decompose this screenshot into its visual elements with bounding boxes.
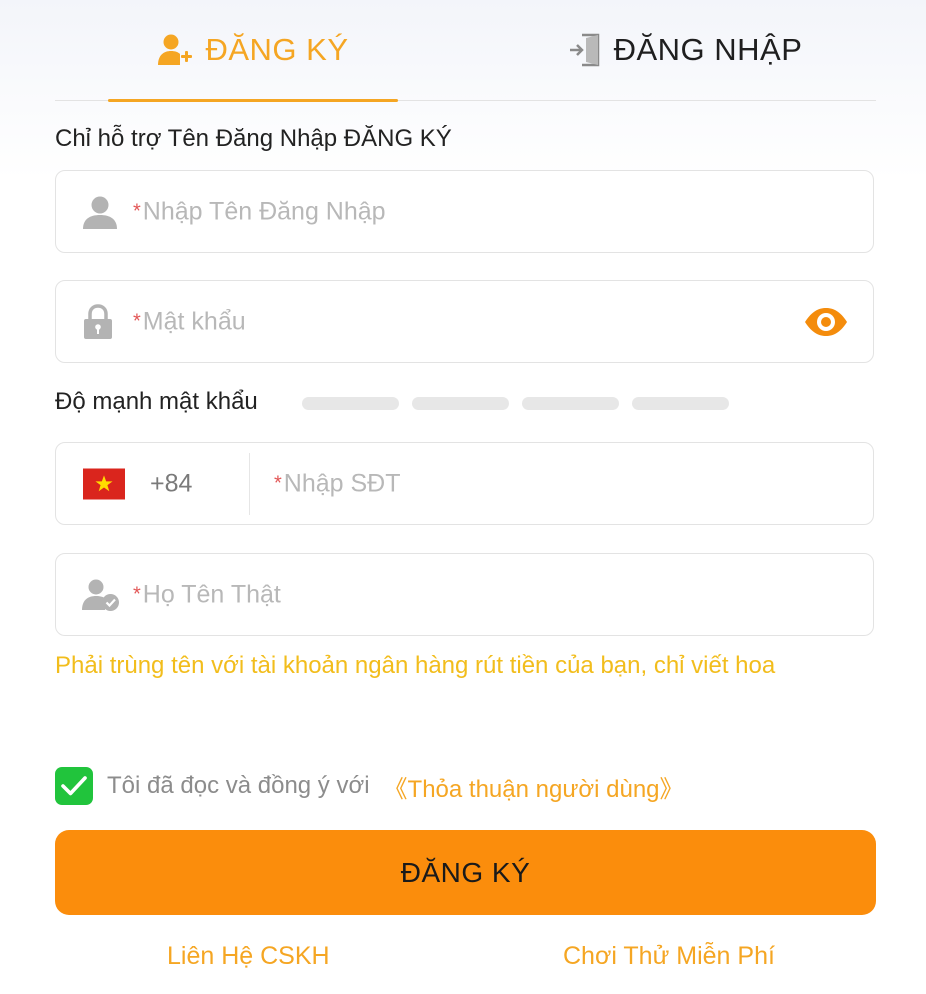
tab-register-label: ĐĂNG KÝ bbox=[205, 32, 349, 67]
terms-checkbox[interactable] bbox=[55, 767, 93, 805]
realname-placeholder: *Họ Tên Thật bbox=[133, 580, 281, 608]
username-hint: Chỉ hỗ trợ Tên Đăng Nhập ĐĂNG KÝ bbox=[55, 125, 452, 152]
username-field[interactable]: *Nhập Tên Đăng Nhập bbox=[55, 170, 874, 253]
strength-segment bbox=[632, 397, 729, 410]
tab-login-label: ĐĂNG NHẬP bbox=[613, 32, 803, 67]
lock-icon bbox=[82, 303, 114, 340]
terms-text: Tôi đã đọc và đồng ý với bbox=[107, 772, 370, 799]
vietnam-flag-icon[interactable] bbox=[83, 468, 125, 499]
password-strength-label: Độ mạnh mật khẩu bbox=[55, 388, 258, 415]
strength-segment bbox=[302, 397, 399, 410]
free-trial-link[interactable]: Chơi Thử Miễn Phí bbox=[563, 942, 775, 971]
password-field[interactable]: *Mật khẩu bbox=[55, 280, 874, 363]
login-door-icon bbox=[568, 32, 602, 68]
tab-login[interactable]: ĐĂNG NHẬP bbox=[535, 0, 835, 100]
checkmark-icon bbox=[61, 776, 87, 796]
auth-tabs: ĐĂNG KÝ ĐĂNG NHẬP bbox=[55, 0, 876, 102]
country-code-select[interactable]: +84 bbox=[150, 469, 192, 498]
tab-register[interactable]: ĐĂNG KÝ bbox=[108, 0, 398, 102]
password-strength-meter bbox=[302, 397, 729, 410]
realname-field[interactable]: *Họ Tên Thật bbox=[55, 553, 874, 636]
phone-field[interactable]: +84 *Nhập SĐT bbox=[55, 442, 874, 525]
phone-placeholder: *Nhập SĐT bbox=[274, 469, 401, 497]
username-placeholder: *Nhập Tên Đăng Nhập bbox=[133, 197, 386, 225]
terms-link[interactable]: 《Thỏa thuận người dùng》 bbox=[384, 769, 684, 804]
eye-icon[interactable] bbox=[803, 306, 849, 338]
user-icon bbox=[82, 194, 118, 230]
strength-segment bbox=[522, 397, 619, 410]
register-button[interactable]: ĐĂNG KÝ bbox=[55, 830, 876, 915]
realname-note: Phải trùng tên với tài khoản ngân hàng r… bbox=[55, 652, 776, 679]
password-placeholder: *Mật khẩu bbox=[133, 307, 246, 335]
strength-segment bbox=[412, 397, 509, 410]
divider bbox=[249, 453, 250, 515]
register-page: ĐĂNG KÝ ĐĂNG NHẬP Chỉ hỗ trợ Tên Đăng Nh… bbox=[0, 0, 926, 994]
user-plus-icon bbox=[157, 33, 193, 67]
support-link[interactable]: Liên Hệ CSKH bbox=[167, 942, 330, 971]
user-check-icon bbox=[82, 578, 120, 612]
terms-agreement: Tôi đã đọc và đồng ý với 《Thỏa thuận ngư… bbox=[55, 767, 684, 805]
